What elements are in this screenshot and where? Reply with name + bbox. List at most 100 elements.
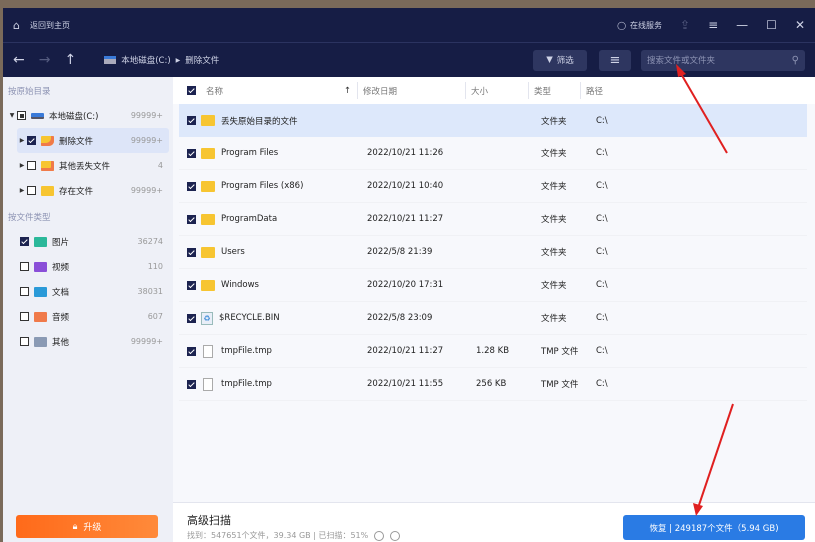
sort-up-icon[interactable]: ↑ bbox=[344, 86, 351, 96]
search-icon[interactable]: ⚲ bbox=[792, 55, 799, 66]
filter-icon: ▼ bbox=[546, 55, 553, 65]
table-row[interactable]: Windows 2022/10/20 17:31 文件夹 C:\ bbox=[179, 269, 807, 302]
file-size: 1.28 KB bbox=[476, 346, 510, 356]
row-checkbox[interactable] bbox=[187, 379, 196, 389]
breadcrumb: 本地磁盘(C:) ▶ 删除文件 bbox=[104, 54, 219, 66]
item-label: 存在文件 bbox=[59, 186, 94, 197]
item-label: 其他丢失文件 bbox=[59, 161, 111, 172]
file-list-panel: 名称 ↑ 修改日期 大小 类型 路径 丢失原始目录的文件 文件夹 C:\ Progr… bbox=[173, 77, 815, 542]
sidebar-item-other-lost[interactable]: ▶ 其他丢失文件 4 bbox=[17, 153, 169, 178]
row-checkbox[interactable] bbox=[187, 181, 196, 191]
row-checkbox[interactable] bbox=[187, 346, 196, 356]
forward-arrow-icon[interactable]: → bbox=[39, 52, 51, 68]
header-label: 路径 bbox=[586, 86, 604, 97]
maximize-button[interactable]: ☐ bbox=[766, 18, 777, 32]
row-checkbox[interactable] bbox=[187, 116, 196, 125]
checkbox[interactable] bbox=[17, 111, 26, 120]
upgrade-label: 升级 bbox=[83, 523, 102, 533]
folder-icon bbox=[201, 213, 215, 225]
search-input[interactable]: 搜索文件或文件夹 ⚲ bbox=[641, 49, 805, 71]
column-date[interactable]: 修改日期 bbox=[358, 82, 466, 99]
column-name[interactable]: 名称 ↑ bbox=[173, 82, 358, 99]
file-name: tmpFile.tmp bbox=[221, 346, 272, 356]
sidebar-item-images[interactable]: 图片 36274 bbox=[3, 229, 169, 254]
file-type: 文件夹 bbox=[541, 314, 567, 324]
list-icon: ≡ bbox=[609, 52, 621, 68]
upgrade-button[interactable]: 🔒︎ 升级 bbox=[16, 515, 158, 538]
back-arrow-icon[interactable]: ← bbox=[13, 52, 25, 68]
checkbox[interactable] bbox=[27, 186, 36, 195]
expand-icon[interactable]: ▶ bbox=[17, 162, 27, 169]
sidebar-item-audio[interactable]: 音频 607 bbox=[3, 304, 169, 329]
table-row[interactable]: Program Files 2022/10/21 11:26 文件夹 C:\ bbox=[179, 137, 807, 170]
minimize-button[interactable]: — bbox=[736, 18, 748, 32]
sidebar-item-videos[interactable]: 视频 110 bbox=[3, 254, 169, 279]
item-count: 607 bbox=[147, 312, 163, 321]
file-type: TMP 文件 bbox=[541, 347, 579, 357]
sidebar-item-existing[interactable]: ▶ 存在文件 99999+ bbox=[17, 178, 169, 203]
row-checkbox[interactable] bbox=[187, 247, 196, 257]
file-date: 2022/10/21 11:27 bbox=[367, 214, 444, 224]
checkbox[interactable] bbox=[20, 287, 29, 296]
image-icon bbox=[34, 236, 47, 247]
section-by-type: 按文件类型 bbox=[8, 213, 51, 223]
share-icon[interactable]: ⇪ bbox=[680, 18, 690, 32]
view-list-button[interactable]: ≡ bbox=[599, 49, 631, 71]
expand-icon[interactable]: ▼ bbox=[7, 112, 17, 119]
file-type: 文件夹 bbox=[541, 116, 567, 127]
breadcrumb-drive[interactable]: 本地磁盘(C:) bbox=[121, 54, 170, 66]
item-label: 视频 bbox=[52, 262, 70, 273]
file-type: 文件夹 bbox=[541, 281, 567, 291]
table-row[interactable]: ♻ $RECYCLE.BIN 2022/5/8 23:09 文件夹 C:\ bbox=[179, 302, 807, 335]
breadcrumb-deleted-files[interactable]: 删除文件 bbox=[185, 54, 219, 66]
scan-footer: 高级扫描 找到：547651个文件，39.34 GB | 已扫描：51% 恢复 … bbox=[173, 502, 815, 542]
table-row[interactable]: Program Files (x86) 2022/10/21 10:40 文件夹… bbox=[179, 170, 807, 203]
table-row[interactable]: 丢失原始目录的文件 文件夹 C:\ bbox=[179, 104, 807, 137]
folder-icon bbox=[41, 185, 54, 196]
file-path: C:\ bbox=[596, 214, 608, 224]
file-size: 256 KB bbox=[476, 379, 507, 389]
table-row[interactable]: ProgramData 2022/10/21 11:27 文件夹 C:\ bbox=[179, 203, 807, 236]
row-checkbox[interactable] bbox=[187, 148, 196, 158]
sidebar-item-local-disk[interactable]: ▼ 本地磁盘(C:) 99999+ bbox=[3, 103, 169, 128]
select-all-checkbox[interactable] bbox=[187, 86, 196, 95]
file-name: Program Files (x86) bbox=[221, 181, 304, 191]
lock-icon: 🔒︎ bbox=[72, 521, 78, 532]
checkbox[interactable] bbox=[27, 136, 36, 145]
checkbox[interactable] bbox=[27, 161, 36, 170]
checkbox[interactable] bbox=[20, 237, 29, 246]
sidebar-item-documents[interactable]: 文档 38031 bbox=[3, 279, 169, 304]
column-type[interactable]: 类型 bbox=[529, 82, 581, 99]
expand-icon[interactable]: ▶ bbox=[17, 187, 27, 194]
item-count: 110 bbox=[147, 262, 163, 271]
filter-button[interactable]: ▼ 筛选 bbox=[533, 49, 587, 71]
item-count: 4 bbox=[157, 161, 163, 170]
column-size[interactable]: 大小 bbox=[466, 82, 529, 99]
expand-icon[interactable]: ▶ bbox=[17, 137, 27, 144]
checkbox[interactable] bbox=[20, 337, 29, 346]
row-checkbox[interactable] bbox=[187, 313, 196, 323]
checkbox[interactable] bbox=[20, 312, 29, 321]
online-service-label: 在线服务 bbox=[630, 20, 663, 30]
up-arrow-icon[interactable]: ↑ bbox=[64, 52, 76, 68]
online-service-button[interactable]: ◯ 在线服务 bbox=[617, 20, 662, 31]
file-table: 丢失原始目录的文件 文件夹 C:\ Program Files 2022/10/2… bbox=[173, 104, 815, 401]
recover-button[interactable]: 恢复 | 249187个文件（5.94 GB) bbox=[623, 515, 805, 540]
row-checkbox[interactable] bbox=[187, 280, 196, 290]
column-path[interactable]: 路径 bbox=[581, 82, 603, 99]
back-home-button[interactable]: ⌂ 返回到主页 bbox=[13, 19, 70, 32]
file-path: C:\ bbox=[596, 280, 608, 290]
file-type: 文件夹 bbox=[541, 182, 567, 192]
close-button[interactable]: ✕ bbox=[795, 18, 805, 32]
checkbox[interactable] bbox=[20, 262, 29, 271]
table-row[interactable]: Users 2022/5/8 21:39 文件夹 C:\ bbox=[179, 236, 807, 269]
table-row[interactable]: tmpFile.tmp 2022/10/21 11:27 1.28 KB TMP… bbox=[179, 335, 807, 368]
pause-button[interactable] bbox=[390, 530, 401, 541]
menu-icon[interactable]: ≡ bbox=[708, 18, 718, 32]
table-row[interactable]: tmpFile.tmp 2022/10/21 11:55 256 KB TMP … bbox=[179, 368, 807, 401]
row-checkbox[interactable] bbox=[187, 214, 196, 224]
sidebar-item-deleted-files[interactable]: ▶ 删除文件 99999+ bbox=[17, 128, 169, 153]
stop-button[interactable] bbox=[374, 530, 385, 541]
file-name: tmpFile.tmp bbox=[221, 379, 272, 389]
sidebar-item-other[interactable]: 其他 99999+ bbox=[3, 329, 169, 354]
